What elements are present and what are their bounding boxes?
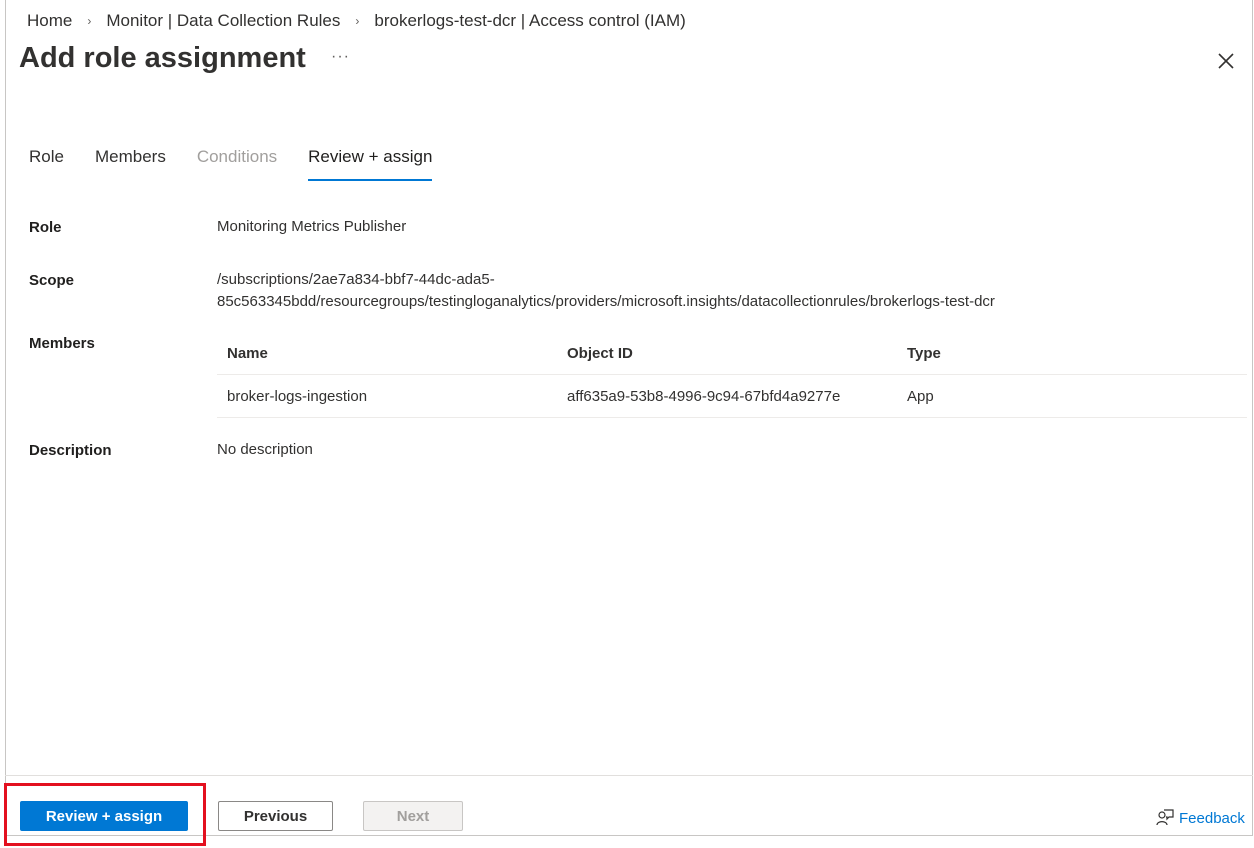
scope-value-line-2: 85c563345bdd/resourcegroups/testinglogan… [217, 293, 995, 310]
footer-divider [5, 775, 1253, 776]
description-label: Description [29, 442, 112, 459]
breadcrumb-home[interactable]: Home [27, 11, 72, 31]
member-object-id: aff635a9-53b8-4996-9c94-67bfd4a9277e [567, 387, 841, 405]
tab-members[interactable]: Members [95, 147, 166, 181]
tab-role[interactable]: Role [29, 147, 64, 181]
members-label: Members [29, 335, 95, 352]
blade-frame [5, 0, 1253, 836]
feedback-icon [1156, 809, 1174, 826]
scope-label: Scope [29, 272, 75, 289]
page-title: Add role assignment [19, 42, 306, 74]
column-header-object-id: Object ID [567, 344, 633, 362]
column-header-type: Type [907, 344, 941, 362]
description-value: No description [217, 441, 313, 458]
scope-value: /subscriptions/2ae7a834-bbf7-44dc-ada5- … [217, 269, 995, 313]
member-name: broker-logs-ingestion [227, 387, 368, 405]
role-value: Monitoring Metrics Publisher [217, 218, 407, 235]
breadcrumb-access-control[interactable]: brokerlogs-test-dcr | Access control (IA… [374, 11, 685, 31]
close-icon[interactable] [1216, 51, 1236, 71]
breadcrumb-data-collection-rules[interactable]: Monitor | Data Collection Rules [106, 11, 340, 31]
more-options-icon[interactable]: ··· [331, 48, 350, 66]
tab-conditions: Conditions [196, 147, 278, 166]
previous-button[interactable]: Previous [218, 801, 333, 831]
table-header-row: Name Object ID Type [217, 332, 1247, 375]
column-header-name: Name [227, 344, 268, 362]
feedback-label: Feedback [1179, 809, 1245, 827]
chevron-right-icon: › [87, 14, 92, 28]
table-row: broker-logs-ingestion aff635a9-53b8-4996… [217, 375, 1247, 418]
member-type: App [907, 387, 934, 405]
feedback-link[interactable]: Feedback [1155, 808, 1245, 828]
role-label: Role [29, 219, 62, 236]
members-table: Name Object ID Type broker-logs-ingestio… [217, 332, 1247, 418]
wizard-tabs: Role Members Conditions Review + assign [29, 147, 463, 181]
scope-value-line-1: /subscriptions/2ae7a834-bbf7-44dc-ada5- [217, 271, 495, 288]
breadcrumb: Home › Monitor | Data Collection Rules ›… [27, 10, 686, 32]
chevron-right-icon: › [355, 14, 360, 28]
next-button: Next [363, 801, 463, 831]
review-assign-button[interactable]: Review + assign [20, 801, 188, 831]
tab-review-assign[interactable]: Review + assign [308, 147, 433, 181]
